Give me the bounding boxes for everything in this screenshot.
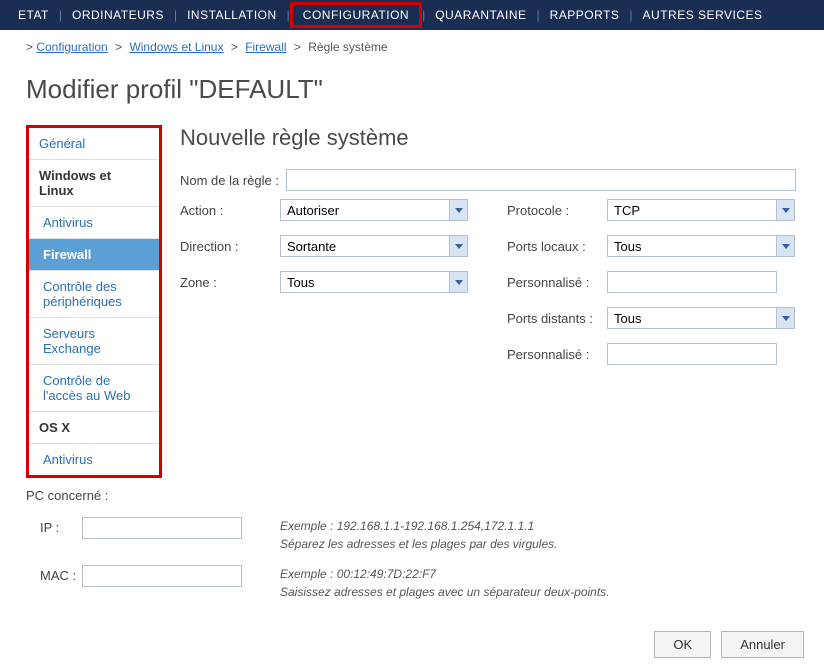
ip-input[interactable]	[82, 517, 242, 539]
rule-name-input[interactable]	[286, 169, 796, 191]
page-title: Modifier profil "DEFAULT"	[0, 60, 824, 125]
nav-configuration[interactable]: CONFIGURATION	[290, 2, 422, 28]
ports-remote-select[interactable]: Tous	[607, 307, 795, 329]
ok-button[interactable]: OK	[654, 631, 711, 658]
sidebar-item-antivirus-osx[interactable]: Antivirus	[29, 443, 159, 475]
ports-local-label: Ports locaux :	[507, 239, 607, 254]
top-nav: ETAT | ORDINATEURS | INSTALLATION | CONF…	[0, 0, 824, 30]
sidebar-item-general[interactable]: Général	[29, 128, 159, 159]
action-label: Action :	[180, 203, 280, 218]
sidebar-item-peripheriques[interactable]: Contrôle des périphériques	[29, 270, 159, 317]
sidebar-item-web-access[interactable]: Contrôle de l'accès au Web	[29, 364, 159, 411]
rule-name-label: Nom de la règle :	[180, 173, 286, 188]
cancel-button[interactable]: Annuler	[721, 631, 804, 658]
zone-label: Zone :	[180, 275, 280, 290]
action-select[interactable]: Autoriser	[280, 199, 468, 221]
breadcrumb: > Configuration > Windows et Linux > Fir…	[0, 30, 824, 60]
nav-autres-services[interactable]: AUTRES SERVICES	[633, 2, 773, 28]
mac-example: Exemple : 00:12:49:7D:22:F7 Saisissez ad…	[280, 565, 610, 601]
custom1-label: Personnalisé :	[507, 275, 607, 290]
nav-rapports[interactable]: RAPPORTS	[540, 2, 630, 28]
breadcrumb-firewall[interactable]: Firewall	[245, 40, 286, 54]
custom2-input[interactable]	[607, 343, 777, 365]
breadcrumb-current: Règle système	[308, 40, 387, 54]
sidebar-item-windows-linux[interactable]: Windows et Linux	[29, 159, 159, 206]
pc-title: PC concerné :	[26, 488, 804, 503]
nav-etat[interactable]: ETAT	[8, 2, 59, 28]
breadcrumb-configuration[interactable]: Configuration	[36, 40, 107, 54]
ports-remote-label: Ports distants :	[507, 311, 607, 326]
protocol-label: Protocole :	[507, 203, 607, 218]
section-title: Nouvelle règle système	[180, 125, 804, 151]
sidebar-item-exchange[interactable]: Serveurs Exchange	[29, 317, 159, 364]
sidebar-item-osx[interactable]: OS X	[29, 411, 159, 443]
ports-local-select[interactable]: Tous	[607, 235, 795, 257]
nav-quarantaine[interactable]: QUARANTAINE	[425, 2, 536, 28]
sidebar-item-antivirus[interactable]: Antivirus	[29, 206, 159, 238]
custom1-input[interactable]	[607, 271, 777, 293]
ip-label: IP :	[26, 517, 82, 535]
direction-label: Direction :	[180, 239, 280, 254]
custom2-label: Personnalisé :	[507, 347, 607, 362]
nav-installation[interactable]: INSTALLATION	[177, 2, 287, 28]
nav-ordinateurs[interactable]: ORDINATEURS	[62, 2, 174, 28]
breadcrumb-windows-linux[interactable]: Windows et Linux	[129, 40, 223, 54]
main-panel: Nouvelle règle système Nom de la règle :…	[180, 125, 804, 478]
mac-label: MAC :	[26, 565, 82, 583]
protocol-select[interactable]: TCP	[607, 199, 795, 221]
direction-select[interactable]: Sortante	[280, 235, 468, 257]
sidebar-item-firewall[interactable]: Firewall	[29, 238, 159, 270]
sidebar: Général Windows et Linux Antivirus Firew…	[26, 125, 162, 478]
button-row: OK Annuler	[0, 623, 824, 670]
zone-select[interactable]: Tous	[280, 271, 468, 293]
pc-section: PC concerné : IP : Exemple : 192.168.1.1…	[0, 478, 824, 623]
mac-input[interactable]	[82, 565, 242, 587]
ip-example: Exemple : 192.168.1.1-192.168.1.254,172.…	[280, 517, 557, 553]
